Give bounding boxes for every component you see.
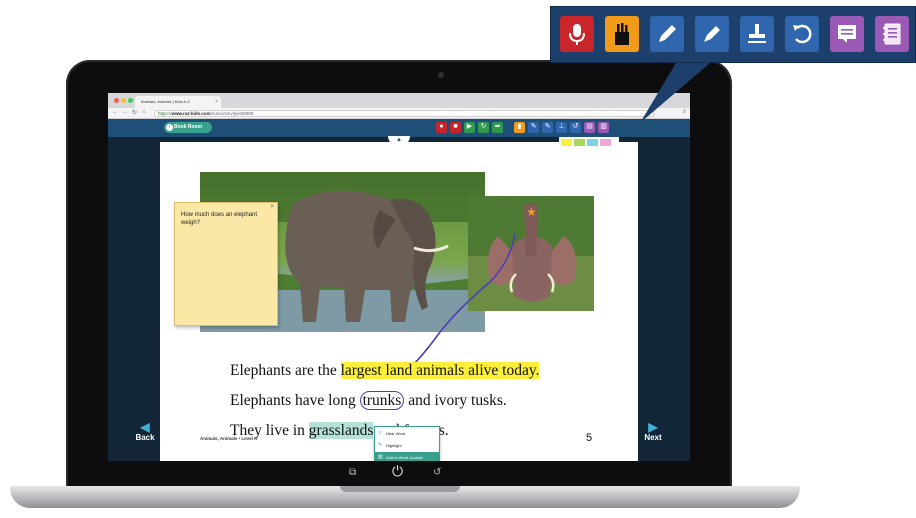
microphone-tool[interactable] [560,16,594,52]
stamp-icon [748,24,766,43]
pen-tool-large[interactable] [695,16,729,52]
journal-icon [883,23,901,45]
stage: Animals, Animals | Kids A-Z × ← → ↻ ⌂ ht… [0,0,916,518]
callout-pointer [640,63,710,123]
journal-tool-large[interactable] [875,16,909,52]
pencil-tool-large[interactable] [650,16,684,52]
undo-tool-large[interactable] [785,16,819,52]
pen-icon [704,26,720,42]
microphone-icon [569,24,585,45]
stamp-tool-large[interactable] [740,16,774,52]
zoomed-toolbar [550,6,916,63]
highlighter-cup-tool[interactable] [605,16,639,52]
pencil-icon [659,25,676,42]
note-tool-large[interactable] [830,16,864,52]
note-icon [838,25,856,43]
highlighter-cup-icon [615,23,629,45]
undo-icon [793,24,812,44]
